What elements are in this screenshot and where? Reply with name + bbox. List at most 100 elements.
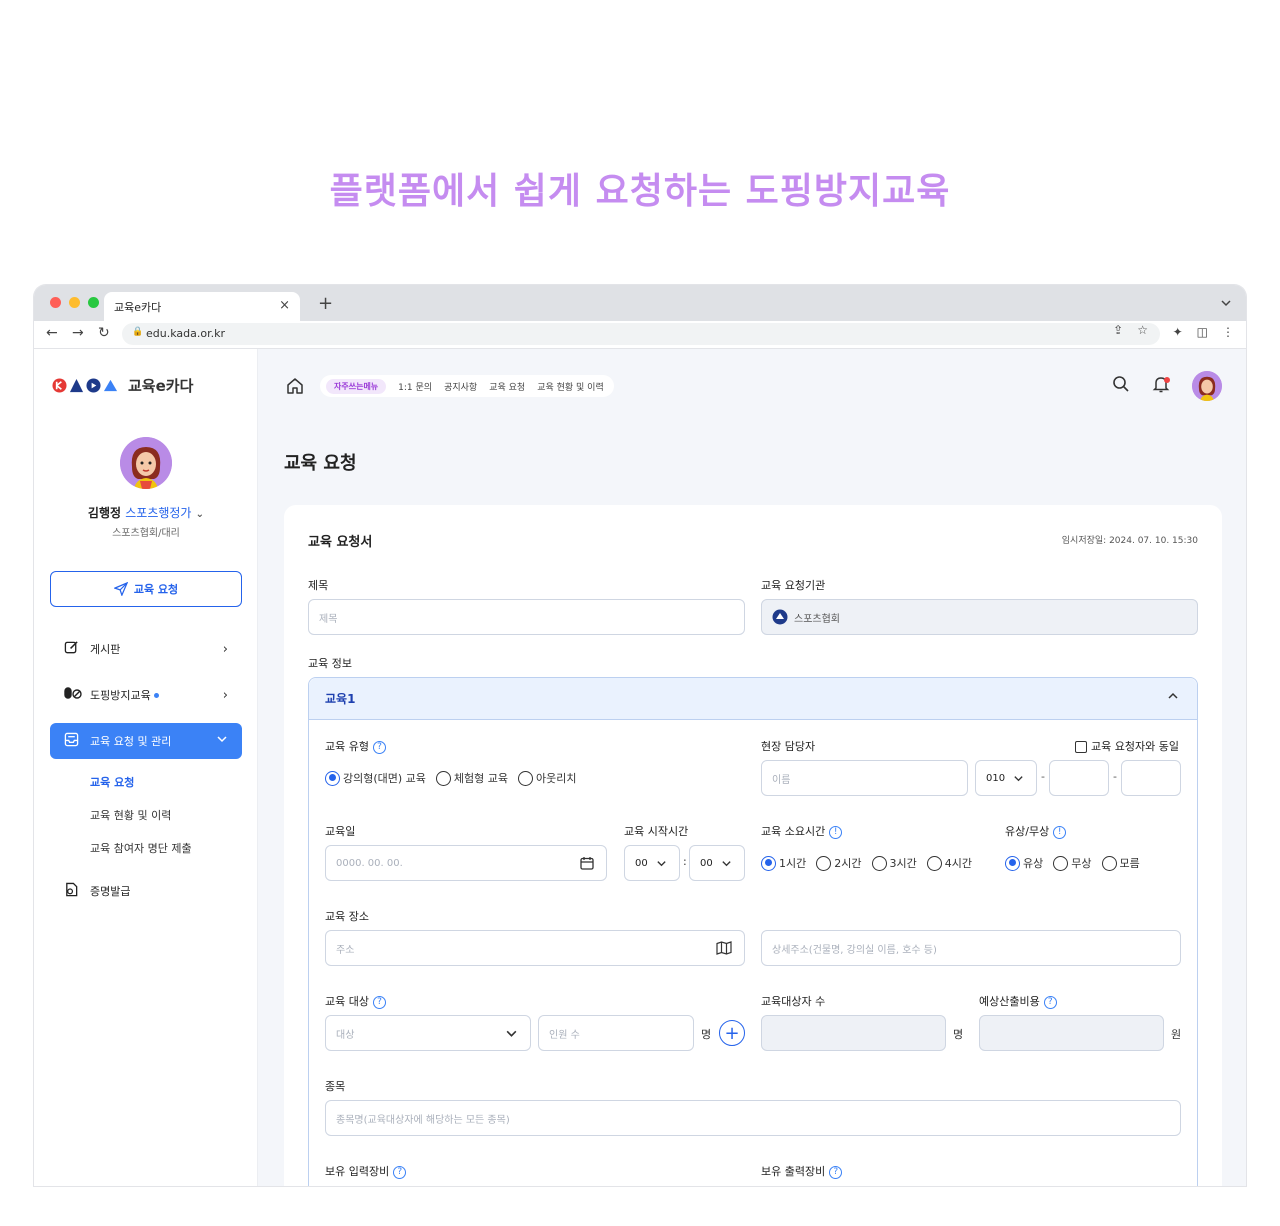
browser-tab[interactable]: 교육e카다 × — [104, 292, 300, 321]
add-target-button[interactable]: + — [719, 1020, 745, 1046]
logo-triangle2-icon — [103, 379, 118, 392]
quick-link-inquiry[interactable]: 1:1 문의 — [398, 380, 432, 393]
back-arrow-icon[interactable]: ← — [46, 325, 58, 341]
output-equipment-label-text: 보유 출력장비 — [761, 1165, 826, 1178]
bell-icon[interactable] — [1152, 375, 1170, 397]
quick-link-history[interactable]: 교육 현황 및 이력 — [537, 380, 604, 393]
bookmark-star-icon[interactable]: ☆ — [1137, 323, 1148, 337]
chevron-up-icon[interactable] — [1167, 690, 1179, 706]
help-icon[interactable]: ? — [1043, 995, 1057, 1009]
logo[interactable]: 교육e카다 — [52, 375, 193, 396]
forward-arrow-icon[interactable]: → — [72, 325, 84, 341]
help-icon[interactable]: ? — [372, 995, 386, 1009]
share-icon[interactable]: ⇪ — [1113, 323, 1123, 337]
submenu-participant-list[interactable]: 교육 참여자 명단 제출 — [90, 840, 192, 856]
date-input[interactable]: 0000. 00. 00. — [325, 845, 607, 881]
paid-radio-group: 유상 무상 모름 — [1005, 855, 1140, 871]
quick-link-request[interactable]: 교육 요청 — [489, 380, 525, 393]
chevron-right-icon: › — [222, 641, 228, 657]
duration-option-1h[interactable]: 1시간 — [761, 855, 806, 871]
section-header[interactable]: 교육1 — [309, 678, 1197, 720]
type-option-outreach[interactable]: 아웃리치 — [518, 770, 577, 786]
phone-last-input[interactable] — [1121, 760, 1181, 796]
logo-k-icon — [52, 378, 67, 393]
phone-prefix-select[interactable]: 010 — [975, 760, 1037, 796]
close-window-button[interactable] — [50, 297, 61, 308]
type-option-experience[interactable]: 체험형 교육 — [435, 770, 508, 786]
paid-option-paid[interactable]: 유상 — [1005, 855, 1043, 871]
chevron-down-icon — [656, 858, 667, 873]
quick-link-notice[interactable]: 공지사항 — [444, 380, 477, 393]
tab-list-chevron-icon[interactable] — [1220, 294, 1232, 313]
avatar[interactable] — [120, 437, 172, 489]
tab-close-icon[interactable]: × — [279, 298, 290, 313]
target-label-text: 교육 대상 — [325, 995, 369, 1008]
url-field[interactable]: 🔒 edu.kada.or.kr — [122, 323, 1160, 345]
option-label: 아웃리치 — [536, 772, 577, 785]
target-select[interactable]: 대상 — [325, 1015, 531, 1051]
paid-option-free[interactable]: 무상 — [1053, 855, 1092, 871]
calendar-icon[interactable] — [580, 856, 594, 874]
new-tab-button[interactable]: + — [318, 293, 333, 314]
phone-middle-input[interactable] — [1049, 760, 1109, 796]
education-request-button[interactable]: 교육 요청 — [50, 571, 242, 607]
type-option-lecture[interactable]: 강의형(대면) 교육 — [325, 770, 426, 786]
paid-label: 유상/무상! — [1005, 823, 1067, 839]
org-label: 교육 요청기관 — [761, 579, 826, 592]
headcount-input[interactable]: 인원 수 — [538, 1015, 694, 1051]
sport-input[interactable]: 종목명(교육대상자에 해당하는 모든 종목) — [325, 1100, 1181, 1136]
app-root: 교육e카다 김행정 스포츠행정가 ⌄ 스포츠협회/대리 교육 요청 게시판 › … — [34, 349, 1246, 1186]
submenu-education-history[interactable]: 교육 현황 및 이력 — [90, 807, 171, 823]
duration-option-4h[interactable]: 4시간 — [926, 855, 972, 871]
same-as-requester-checkbox[interactable]: 교육 요청자와 동일 — [1075, 738, 1179, 754]
info-icon[interactable]: ! — [829, 825, 843, 839]
phone-prefix-value: 010 — [986, 772, 1006, 784]
profile-name[interactable]: 김행정 스포츠행정가 ⌄ — [34, 504, 258, 521]
duration-option-3h[interactable]: 3시간 — [871, 855, 917, 871]
checkbox-box[interactable] — [1075, 741, 1087, 753]
submenu-education-request[interactable]: 교육 요청 — [90, 774, 134, 790]
sidebar-item-board[interactable]: 게시판 › — [50, 631, 242, 667]
send-icon — [113, 582, 128, 596]
search-icon[interactable] — [1112, 375, 1130, 397]
info-icon[interactable]: ! — [1053, 825, 1067, 839]
manager-name-input[interactable]: 이름 — [761, 760, 968, 796]
manager-label: 현장 담당자 — [761, 740, 816, 753]
option-label: 3시간 — [889, 857, 917, 870]
target-placeholder: 대상 — [336, 1029, 355, 1041]
org-field: 스포츠협회 — [761, 599, 1198, 635]
sidepanel-icon[interactable]: ◫ — [1197, 325, 1208, 339]
map-icon[interactable] — [716, 941, 732, 959]
input-equipment-label-text: 보유 입력장비 — [325, 1165, 390, 1178]
more-menu-icon[interactable]: ⋮ — [1222, 325, 1234, 339]
paid-option-unknown[interactable]: 모름 — [1101, 855, 1140, 871]
header-avatar[interactable] — [1192, 371, 1222, 401]
minimize-window-button[interactable] — [69, 297, 80, 308]
help-icon[interactable]: ? — [372, 740, 386, 754]
duration-label-text: 교육 소요시간 — [761, 825, 826, 838]
extensions-icon[interactable]: ✦ — [1173, 325, 1183, 339]
help-icon[interactable]: ? — [393, 1165, 407, 1179]
sidebar-item-certificate[interactable]: 증명발급 — [50, 873, 242, 909]
detail-address-input[interactable]: 상세주소(건물명, 강의실 이름, 호수 등) — [761, 930, 1181, 966]
minute-select[interactable]: 00 — [689, 845, 745, 881]
chevron-down-icon — [721, 858, 732, 873]
chevron-down-icon[interactable]: ⌄ — [196, 509, 204, 520]
hour-select[interactable]: 00 — [624, 845, 680, 881]
sidebar-item-doping[interactable]: 도핑방지교육 › — [50, 677, 242, 713]
subject-placeholder: 제목 — [319, 613, 338, 625]
help-icon[interactable]: ? — [829, 1165, 843, 1179]
home-icon[interactable] — [286, 377, 304, 399]
certificate-icon — [64, 882, 82, 901]
type-label: 교육 유형? — [325, 738, 386, 754]
address-input[interactable]: 주소 — [325, 930, 745, 966]
reload-icon[interactable]: ↻ — [98, 325, 110, 341]
window-controls — [50, 297, 99, 308]
sidebar-item-request-management[interactable]: 교육 요청 및 관리 — [50, 723, 242, 759]
maximize-window-button[interactable] — [88, 297, 99, 308]
duration-radio-group: 1시간 2시간 3시간 4시간 — [761, 855, 972, 871]
subject-input[interactable]: 제목 — [308, 599, 745, 635]
output-equipment-label: 보유 출력장비? — [761, 1163, 843, 1179]
browser-window: 교육e카다 × + ← → ↻ 🔒 edu.kada.or.kr ⇪ ☆ ✦ ◫… — [34, 285, 1246, 1186]
duration-option-2h[interactable]: 2시간 — [816, 855, 862, 871]
